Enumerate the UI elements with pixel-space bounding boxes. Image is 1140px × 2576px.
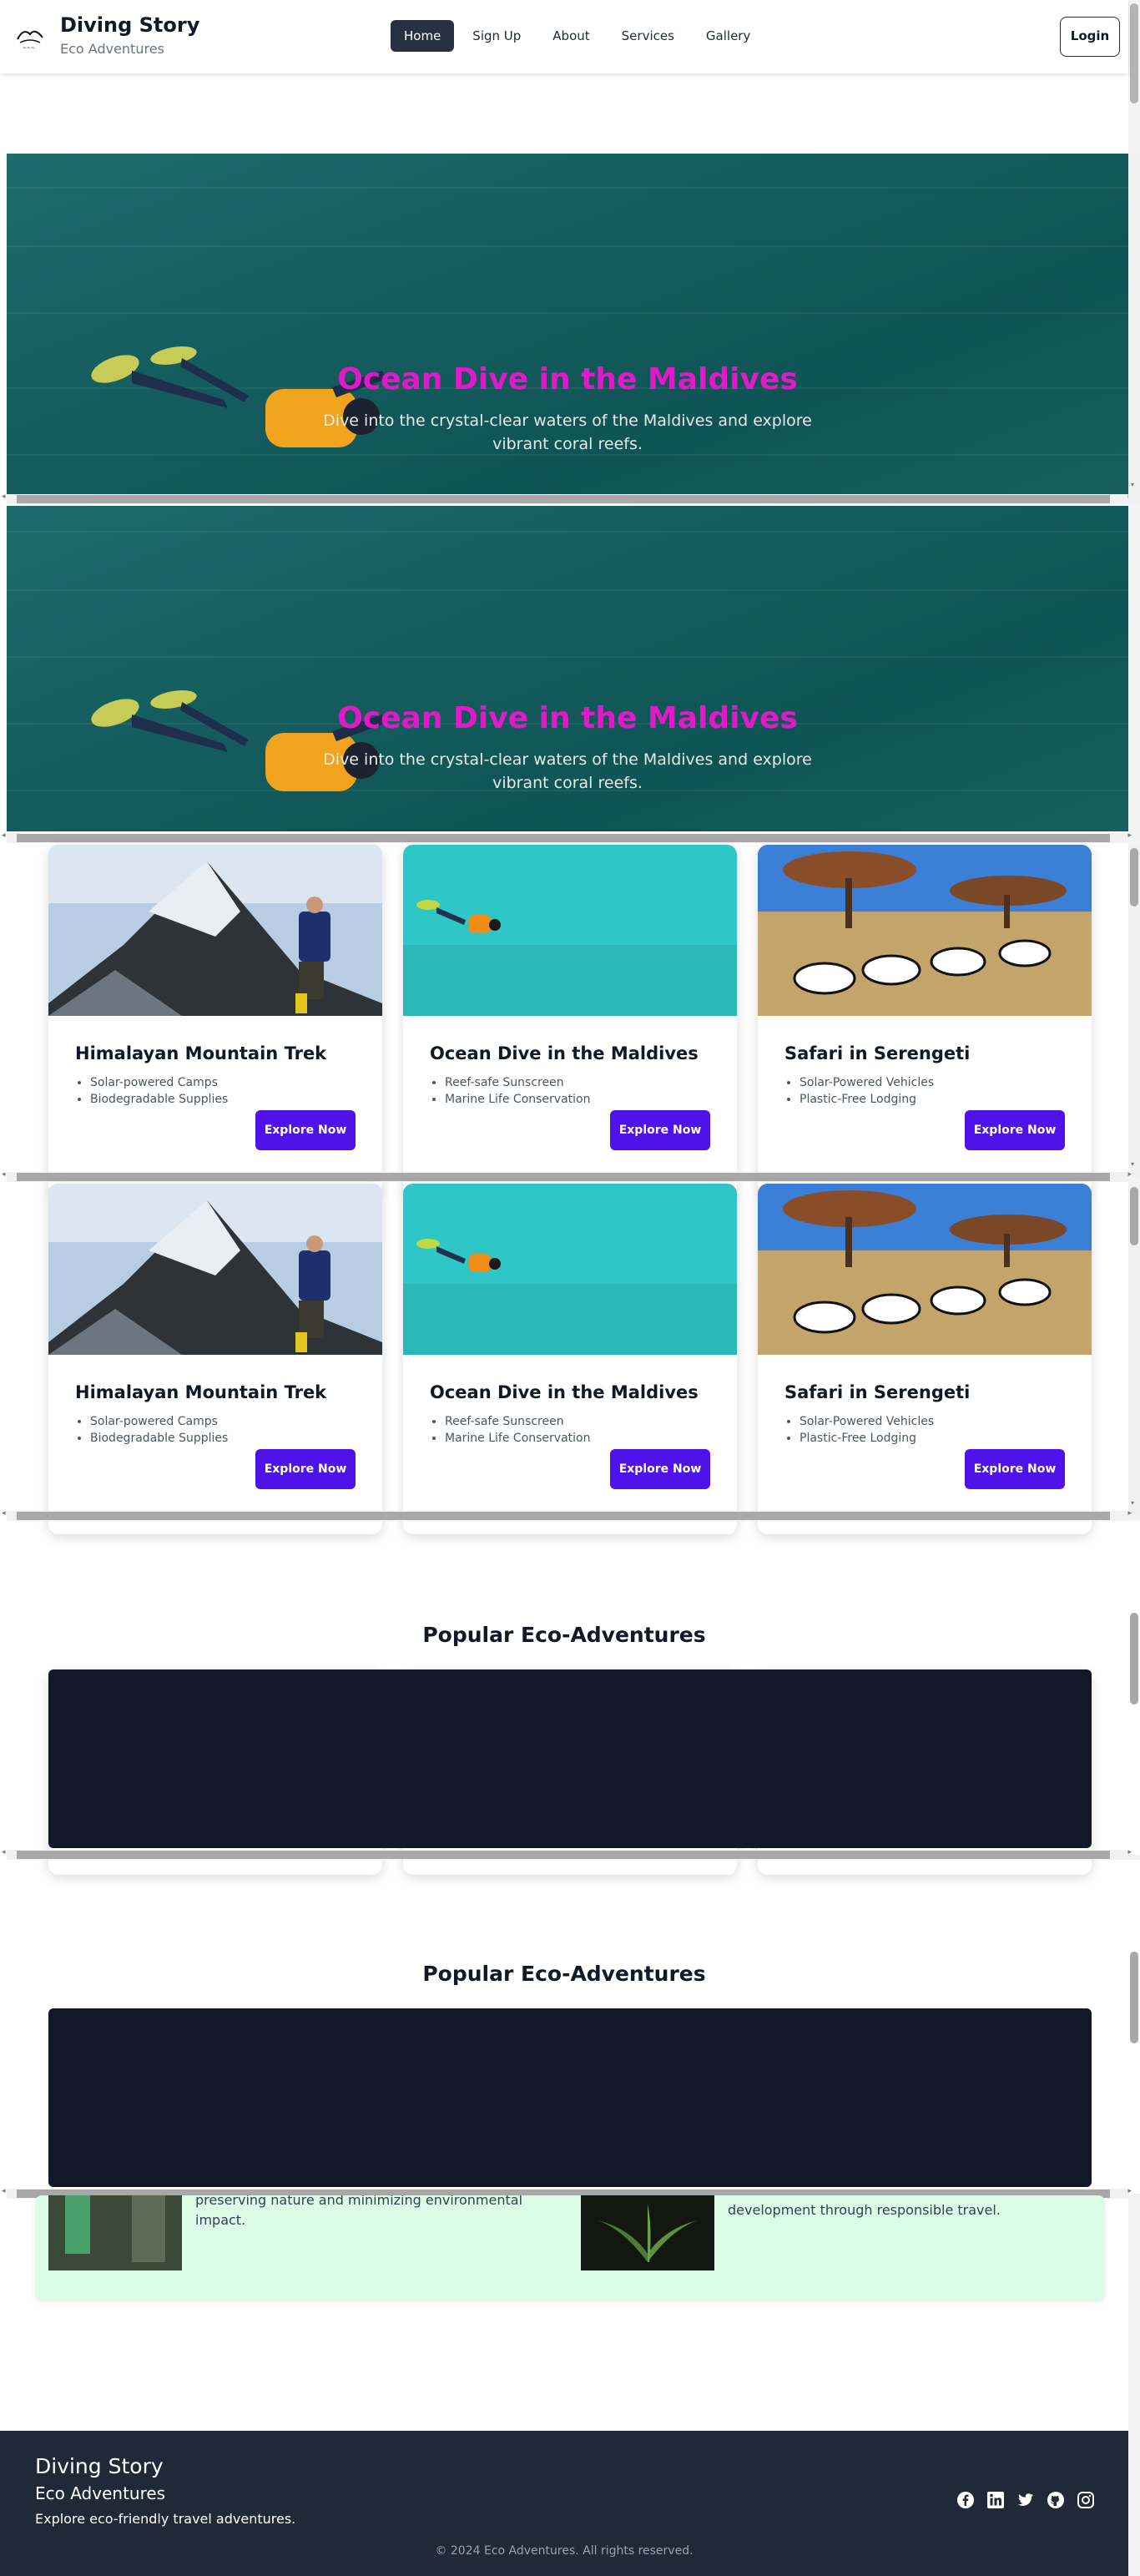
footer-title: Diving Story	[35, 2454, 164, 2478]
instagram-icon[interactable]	[1077, 2491, 1095, 2509]
eco-image-left	[48, 2195, 182, 2270]
twitter-icon[interactable]	[1016, 2491, 1035, 2509]
hero-panel-2: Ocean Dive in the Maldives Dive into the…	[7, 506, 1128, 831]
popular-dark-panel-2	[48, 2008, 1092, 2187]
adventure-card: Ocean Dive in the Maldives Reef-safe Sun…	[403, 1184, 737, 1534]
safari-image	[758, 845, 1092, 1016]
adventure-card: Himalayan Mountain Trek Solar-powered Ca…	[48, 845, 382, 1195]
explore-now-button[interactable]: Explore Now	[965, 1449, 1065, 1489]
svg-text:~~~: ~~~	[23, 45, 35, 51]
card-title: Safari in Serengeti	[784, 1382, 971, 1402]
hero-image-2: Ocean Dive in the Maldives Dive into the…	[7, 506, 1128, 831]
feature-item: Solar-Powered Vehicles	[800, 1413, 934, 1430]
nav-sign-up[interactable]: Sign Up	[459, 20, 534, 52]
eco-text-right: development through responsible travel.	[728, 2202, 1001, 2218]
adventure-card: Ocean Dive in the Maldives Reef-safe Sun…	[403, 845, 737, 1195]
card-features: Reef-safe Sunscreen Marine Life Conserva…	[445, 1413, 590, 1447]
explore-now-button[interactable]: Explore Now	[965, 1110, 1065, 1150]
nav-services[interactable]: Services	[608, 20, 688, 52]
hero-title: Ocean Dive in the Maldives	[337, 701, 798, 735]
footer-subtitle: Eco Adventures	[35, 2483, 166, 2503]
hero-description: Dive into the crystal-clear waters of th…	[323, 412, 812, 453]
popular-dark-panel	[48, 1669, 1092, 1848]
card-title: Safari in Serengeti	[784, 1043, 971, 1063]
ocean-image	[403, 845, 737, 1016]
eco-text-left: preserving nature and minimizing environ…	[195, 2195, 523, 2228]
feature-item: Biodegradable Supplies	[90, 1430, 228, 1447]
safari-image	[758, 1184, 1092, 1355]
section-title: Popular Eco-Adventures	[422, 1623, 706, 1647]
card-features: Solar-Powered Vehicles Plastic-Free Lodg…	[800, 1413, 934, 1447]
feature-item: Biodegradable Supplies	[90, 1091, 228, 1108]
adventure-card: Safari in Serengeti Solar-Powered Vehicl…	[758, 845, 1092, 1195]
card-features: Reef-safe Sunscreen Marine Life Conserva…	[445, 1074, 590, 1108]
section-title: Popular Eco-Adventures	[422, 1962, 706, 1986]
explore-now-button[interactable]: Explore Now	[610, 1110, 710, 1150]
brand-subtitle: Eco Adventures	[60, 41, 164, 57]
feature-item: Solar-powered Camps	[90, 1074, 228, 1091]
card-title: Ocean Dive in the Maldives	[430, 1382, 699, 1402]
hero-description: Dive into the crystal-clear waters of th…	[323, 750, 812, 792]
ocean-image	[403, 1184, 737, 1355]
adventure-card: Safari in Serengeti Solar-Powered Vehicl…	[758, 1184, 1092, 1534]
feature-item: Reef-safe Sunscreen	[445, 1413, 590, 1430]
feature-item: Solar-Powered Vehicles	[800, 1074, 934, 1091]
nav-gallery[interactable]: Gallery	[693, 20, 764, 52]
feature-item: Marine Life Conservation	[445, 1091, 590, 1108]
feature-item: Plastic-Free Lodging	[800, 1430, 934, 1447]
nav-about[interactable]: About	[539, 20, 603, 52]
copyright: © 2024 Eco Adventures. All rights reserv…	[435, 2544, 694, 2558]
footer-tagline: Explore eco-friendly travel adventures.	[35, 2511, 296, 2527]
eco-image-right	[581, 2195, 714, 2270]
site-header: ~~~ Diving Story Eco Adventures Home Sig…	[0, 0, 1128, 73]
adventure-card: Himalayan Mountain Trek Solar-powered Ca…	[48, 1184, 382, 1534]
popular-panel-vscroll[interactable]	[1128, 1521, 1140, 1855]
feature-item: Plastic-Free Lodging	[800, 1091, 934, 1108]
popular-panel-scrollbar[interactable]: ◂ ▸	[2, 1848, 1132, 1860]
cards-panel-2-vscroll[interactable]: ▾	[1128, 1182, 1140, 1516]
nav-home[interactable]: Home	[391, 20, 455, 52]
explore-now-button[interactable]: Explore Now	[255, 1110, 356, 1150]
card-features: Solar-Powered Vehicles Plastic-Free Lodg…	[800, 1074, 934, 1108]
feature-item: Reef-safe Sunscreen	[445, 1074, 590, 1091]
card-features: Solar-powered Camps Biodegradable Suppli…	[90, 1413, 228, 1447]
card-title: Himalayan Mountain Trek	[75, 1043, 327, 1063]
mountain-image	[48, 845, 382, 1016]
brand-title[interactable]: Diving Story	[60, 13, 199, 37]
main-nav: Home Sign Up About Services Gallery	[391, 20, 764, 52]
login-button[interactable]: Login	[1060, 17, 1120, 57]
hero-panel-2-scrollbar[interactable]: ◂ ▸	[2, 831, 1132, 843]
site-footer: Diving Story Eco Adventures Explore eco-…	[0, 2431, 1128, 2576]
feature-item: Solar-powered Camps	[90, 1413, 228, 1430]
cards-panel-2-scrollbar[interactable]: ◂ ▸	[2, 1509, 1132, 1521]
feature-item: Marine Life Conservation	[445, 1430, 590, 1447]
hero-title: Ocean Dive in the Maldives	[337, 362, 798, 397]
logo-icon[interactable]: ~~~	[15, 23, 45, 53]
cards-panel-vscroll[interactable]: ▾	[1128, 843, 1140, 1177]
explore-now-button[interactable]: Explore Now	[610, 1449, 710, 1489]
linkedin-icon[interactable]	[986, 2491, 1005, 2509]
eco-info-panel: preserving nature and minimizing environ…	[35, 2195, 1105, 2301]
hero-image: Ocean Dive in the Maldives Dive into the…	[7, 154, 1128, 494]
hero-panel-scrollbar[interactable]: ◂▸	[2, 492, 1132, 504]
explore-now-button[interactable]: Explore Now	[255, 1449, 356, 1489]
hero-panel: Ocean Dive in the Maldives Dive into the…	[7, 154, 1128, 494]
github-icon[interactable]	[1047, 2491, 1065, 2509]
popular-panel-2-vscroll[interactable]	[1128, 1860, 1140, 2194]
card-title: Ocean Dive in the Maldives	[430, 1043, 699, 1063]
hero-panel-vscroll[interactable]: ▾	[1128, 154, 1140, 504]
card-features: Solar-powered Camps Biodegradable Suppli…	[90, 1074, 228, 1108]
card-title: Himalayan Mountain Trek	[75, 1382, 327, 1402]
cards-panel-scrollbar[interactable]: ◂ ▸	[2, 1170, 1132, 1182]
social-links	[956, 2491, 1095, 2509]
page-scrollbar-thumb[interactable]	[1130, 3, 1138, 104]
facebook-icon[interactable]	[956, 2491, 975, 2509]
mountain-image	[48, 1184, 382, 1355]
